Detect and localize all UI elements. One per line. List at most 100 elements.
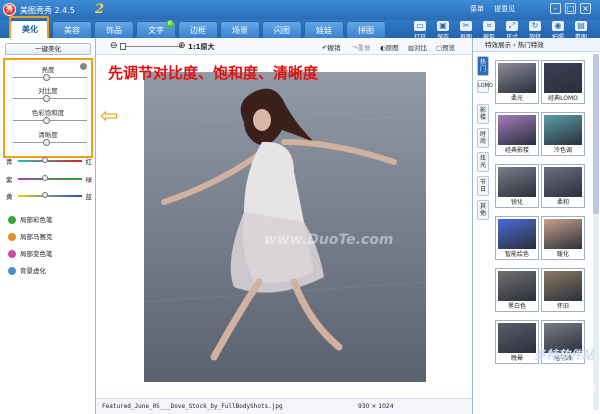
save-icon: ▣ xyxy=(437,21,449,31)
tab-accessories[interactable]: 饰品 xyxy=(94,21,134,38)
effect-classic-lomo[interactable]: 经典LOMO xyxy=(541,60,585,104)
effects-scroll-thumb[interactable] xyxy=(593,54,599,214)
effects-breadcrumb: 特效展示 › 热门特效 xyxy=(473,38,600,52)
vtab-festival[interactable]: 节日 xyxy=(477,176,489,196)
undo-button[interactable]: ↶撤销 xyxy=(322,42,340,52)
canvas-area: ⊖ ⊕ 1:1原大 ↶撤销 ↷重做 ◐原图 ▥对比 ▢预览 www.DuoTe.… xyxy=(96,38,472,414)
camera-icon: ◉ xyxy=(552,21,564,31)
effect-soft[interactable]: 柔和 xyxy=(541,164,585,208)
vtab-lomo[interactable]: LOMO xyxy=(477,80,493,93)
status-bar: Featured_June_05___Dove_Stock_by_FullBod… xyxy=(96,398,472,414)
sharpness-slider[interactable] xyxy=(13,142,87,143)
zoom-label[interactable]: 1:1原大 xyxy=(188,42,215,52)
sharpness-label: 清晰度 xyxy=(38,131,58,139)
crop-icon: ⌗ xyxy=(483,21,495,31)
effect-soft-light[interactable]: 柔光 xyxy=(495,60,539,104)
recolor-pen-icon xyxy=(8,250,16,258)
beauty-tab-highlight xyxy=(9,16,49,40)
effect-sharpen[interactable]: 锐化 xyxy=(495,164,539,208)
photo-canvas[interactable]: www.DuoTe.com xyxy=(144,72,426,382)
vtab-studio[interactable]: 影楼 xyxy=(477,104,489,124)
cyan-red-knob[interactable] xyxy=(42,157,48,163)
purple-green-row: 紫 绿 xyxy=(6,175,92,184)
arrow-left-icon: ⇦ xyxy=(100,104,119,129)
color-pen-icon xyxy=(8,216,16,224)
cutout-icon: ✂ xyxy=(460,21,472,31)
one-key-beautify-button[interactable]: 一键美化 xyxy=(5,43,91,55)
footer-logo: 多特软件站 xyxy=(533,348,594,362)
canvas-toolbar: ⊖ ⊕ 1:1原大 ↶撤销 ↷重做 ◐原图 ▥对比 ▢预览 xyxy=(96,38,472,55)
top-links: 菜单 提意见 xyxy=(470,4,523,14)
yellow-blue-slider[interactable] xyxy=(18,195,82,197)
local-recolor-pen-button[interactable]: 局部变色笔 xyxy=(8,248,53,260)
saturation-slider[interactable] xyxy=(13,120,87,121)
file-name: Featured_June_05___Dove_Stock_by_FullBod… xyxy=(102,403,283,410)
feedback-link[interactable]: 提意见 xyxy=(494,5,515,13)
contrast-knob[interactable] xyxy=(43,95,50,102)
new-badge: 新 xyxy=(166,20,174,28)
vtab-hot[interactable]: 热门 xyxy=(477,56,489,76)
vtab-glow[interactable]: 炫光 xyxy=(477,152,489,172)
zoom-out-icon[interactable]: ⊖ xyxy=(110,41,118,51)
background-blur-button[interactable]: 背景虚化 xyxy=(8,265,46,277)
rotate-icon: ↻ xyxy=(529,21,541,31)
local-color-pen-button[interactable]: 局部彩色笔 xyxy=(8,214,53,226)
effect-warm[interactable]: 暖化 xyxy=(541,216,585,260)
contrast-slider[interactable] xyxy=(13,98,87,99)
zoom-knob[interactable] xyxy=(120,43,126,50)
maximize-button[interactable]: □ xyxy=(565,3,576,14)
redo-button[interactable]: ↷重做 xyxy=(352,42,370,52)
effect-cool-tone[interactable]: 冷色调 xyxy=(541,112,585,156)
yellow-blue-row: 黄 蓝 xyxy=(6,192,92,201)
effect-nostalgic[interactable]: 怀旧 xyxy=(541,268,585,312)
compare-button[interactable]: ▥对比 xyxy=(408,42,427,52)
watermark: www.DuoTe.com xyxy=(264,232,394,248)
basic-adjust-box: 亮度 对比度 色彩饱和度 清晰度 xyxy=(3,58,93,158)
tab-border[interactable]: 边框 xyxy=(178,21,218,38)
contrast-label: 对比度 xyxy=(38,87,58,95)
close-button[interactable]: × xyxy=(580,3,591,14)
saturation-label: 色彩饱和度 xyxy=(31,109,65,117)
dancer-photo xyxy=(144,72,426,382)
zoom-in-icon[interactable]: ⊕ xyxy=(178,41,186,51)
tab-collage[interactable]: 拼图 xyxy=(346,21,386,38)
tab-doll[interactable]: 娃娃 xyxy=(304,21,344,38)
zoom-slider[interactable] xyxy=(120,46,182,47)
cyan-red-row: 青 红 xyxy=(6,157,92,166)
cyan-red-slider[interactable] xyxy=(18,160,82,162)
menu-link[interactable]: 菜单 xyxy=(470,5,484,13)
saturation-knob[interactable] xyxy=(43,117,50,124)
tab-flash[interactable]: 闪图 xyxy=(262,21,302,38)
effect-smart-color[interactable]: 智能绘色 xyxy=(495,216,539,260)
effect-classic-studio[interactable]: 经典影楼 xyxy=(495,112,539,156)
app-title: 美图秀秀 2.4.5 xyxy=(20,6,75,15)
yellow-blue-knob[interactable] xyxy=(42,192,48,198)
title-bar: 秀 美图秀秀 2.4.5 2 菜单 提意见 - □ × xyxy=(0,0,600,20)
footer-tagline: 国内最安全的软件站 xyxy=(524,384,596,393)
vtab-fashion[interactable]: 时尚 xyxy=(477,128,489,148)
resize-icon: ⤢ xyxy=(506,21,518,31)
app-logo-icon: 秀 xyxy=(3,3,16,16)
purple-green-knob[interactable] xyxy=(42,175,48,181)
view-icon: ▤ xyxy=(575,21,587,31)
brightness-knob[interactable] xyxy=(43,74,50,81)
tab-scene[interactable]: 场景 xyxy=(220,21,260,38)
blur-icon xyxy=(8,267,16,275)
brand-logo: 2 xyxy=(95,2,105,17)
effect-black-white[interactable]: 黑白色 xyxy=(495,268,539,312)
annotation-text: 先调节对比度、饱和度、清晰度 xyxy=(108,64,319,82)
preview-button[interactable]: ▢预览 xyxy=(436,42,455,52)
open-icon: ▭ xyxy=(414,21,426,31)
minimize-button[interactable]: - xyxy=(550,3,561,14)
sharpness-knob[interactable] xyxy=(43,139,50,146)
tab-makeup[interactable]: 美容 xyxy=(52,21,92,38)
local-mosaic-button[interactable]: 局部马赛克 xyxy=(8,231,53,243)
original-button[interactable]: ◐原图 xyxy=(380,42,399,52)
left-adjust-panel: 一键美化 亮度 对比度 色彩饱和度 清晰度 青 红 紫 绿 黄 蓝 局部彩色笔 … xyxy=(0,38,96,414)
brightness-label: 亮度 xyxy=(41,66,55,74)
purple-green-slider[interactable] xyxy=(18,178,82,180)
vtab-other[interactable]: 其他 xyxy=(477,200,489,220)
mosaic-icon xyxy=(8,233,16,241)
tab-text[interactable]: 文字新 xyxy=(136,20,176,38)
brightness-slider[interactable] xyxy=(13,77,87,78)
